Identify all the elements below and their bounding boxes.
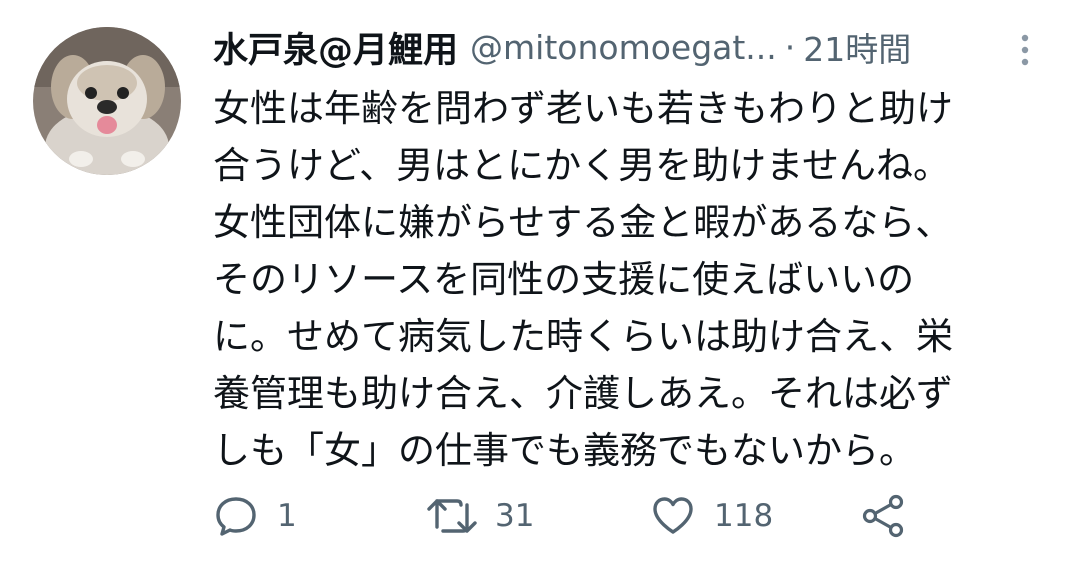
tweet[interactable]: 水戸泉@月鯉用 @mitonomoegat... · 21時間 女性は年齢を問わ… — [0, 0, 1080, 563]
timestamp[interactable]: 21時間 — [803, 23, 911, 71]
more-vertical-icon — [1021, 34, 1029, 66]
more-button[interactable] — [1007, 30, 1043, 70]
like-count: 118 — [714, 498, 774, 534]
reply-button[interactable]: 1 — [213, 488, 297, 544]
user-handle[interactable]: @mitonomoegat... — [470, 28, 777, 67]
heart-icon — [653, 497, 693, 534]
avatar[interactable] — [33, 27, 181, 175]
tweet-header: 水戸泉@月鯉用 @mitonomoegat... · 21時間 — [213, 22, 1043, 72]
share-icon — [862, 494, 904, 538]
reply-count: 1 — [277, 498, 297, 534]
like-button[interactable]: 118 — [650, 488, 773, 544]
retweet-icon — [427, 499, 477, 533]
tweet-text: 女性は年齢を問わず老いも若きもわりと助け 合うけど、男はとにかく男を助けませんね… — [213, 87, 953, 472]
separator-dot: · — [784, 27, 796, 67]
dog-avatar-image — [33, 27, 181, 175]
share-button[interactable] — [861, 488, 907, 544]
tweet-content: 水戸泉@月鯉用 @mitonomoegat... · 21時間 女性は年齢を問わ… — [213, 22, 1043, 479]
reply-icon — [216, 497, 256, 536]
tweet-actions: 1 31 118 — [213, 488, 933, 544]
retweet-button[interactable]: 31 — [425, 488, 534, 544]
retweet-count: 31 — [495, 498, 535, 534]
display-name[interactable]: 水戸泉@月鯉用 — [213, 22, 458, 73]
